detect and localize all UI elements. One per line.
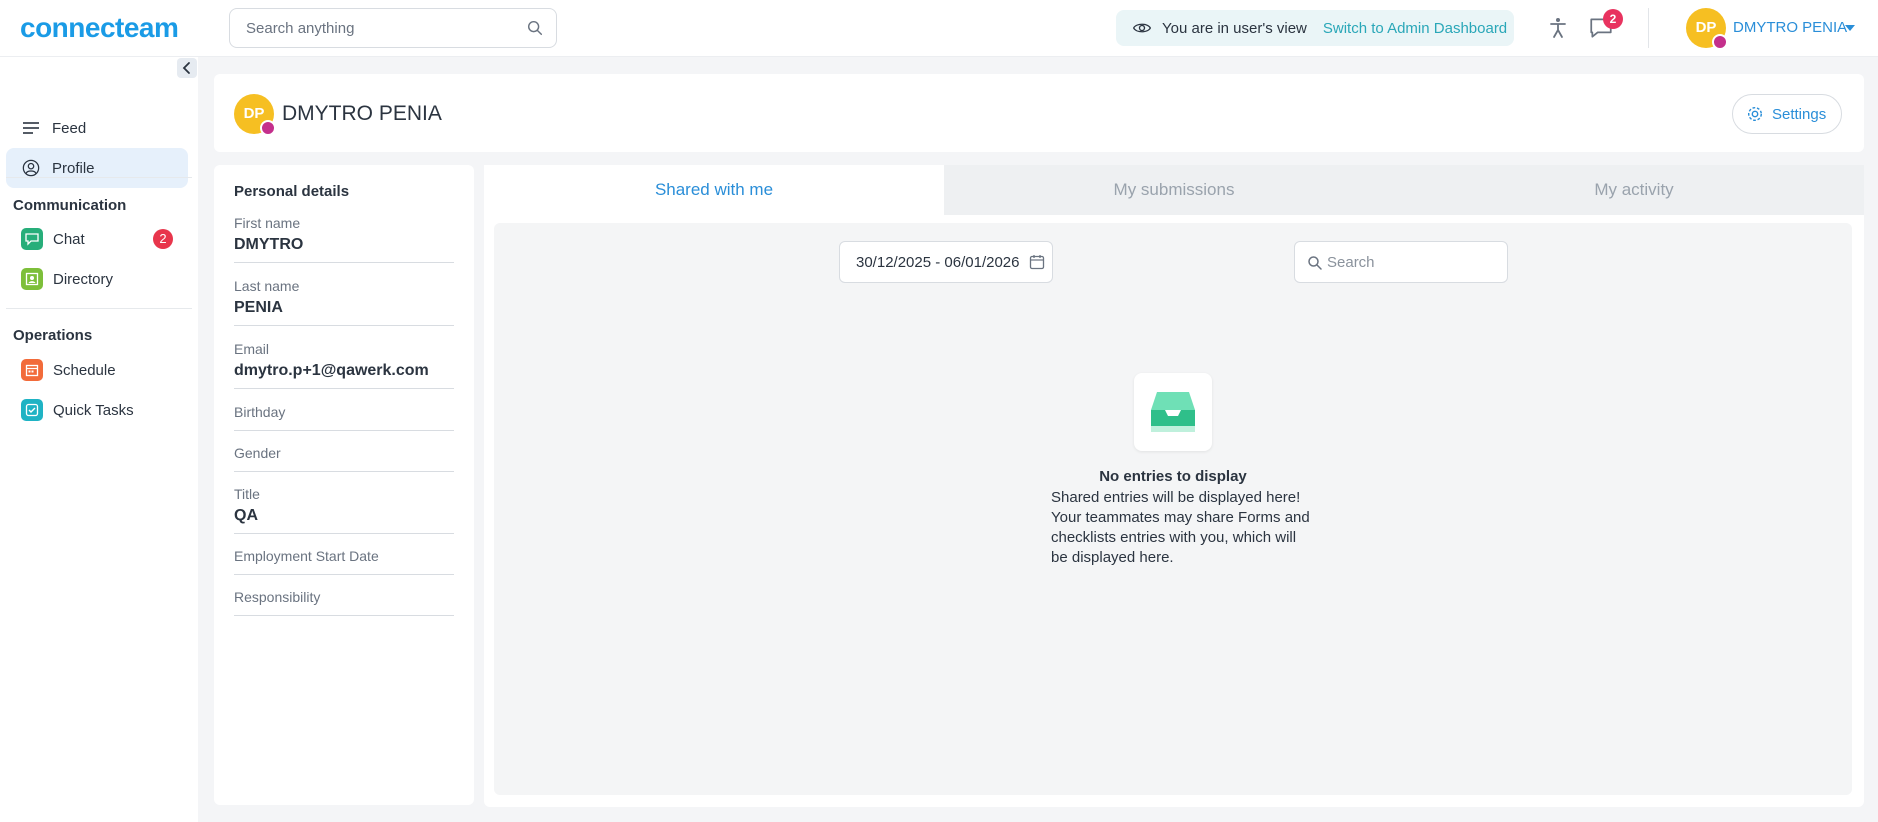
empty-state-message: Shared entries will be displayed here! Y… [1051,488,1321,568]
sidebar-item-quick-tasks[interactable]: Quick Tasks [6,390,188,430]
sidebar-item-label: Directory [53,270,114,288]
field-first-name: First name DMYTRO [234,215,454,263]
profile-header: DP DMYTRO PENIA Settings [214,74,1864,152]
schedule-app-icon [21,359,43,381]
sidebar-item-label: Profile [52,159,95,177]
field-value: PENIA [234,299,283,316]
sidebar-item-profile[interactable]: Profile [6,148,188,188]
feed-icon [20,117,42,139]
global-search[interactable] [229,8,557,48]
empty-state-line: Your teammates may share Forms and [1051,509,1310,526]
sidebar-item-label: Chat [53,230,85,248]
divider [1648,8,1649,48]
divider [6,177,192,178]
entries-panel: Shared with me My submissions My activit… [484,165,1864,807]
entries-search[interactable] [1294,241,1508,283]
sidebar-item-label: Quick Tasks [53,401,134,419]
search-icon [527,20,543,36]
field-employment-start-date: Employment Start Date [234,548,454,575]
entries-list-area: 30/12/2025 - 06/01/2026 No entries to di… [494,223,1852,795]
field-label: Employment Start Date [234,548,379,564]
calendar-icon [1030,255,1045,270]
crown-icon [260,120,276,136]
chat-count-badge: 2 [153,229,173,249]
field-birthday: Birthday [234,404,454,431]
chat-notification-badge: 2 [1603,9,1623,29]
field-label: First name [234,215,301,231]
field-responsibility: Responsibility [234,589,454,616]
sidebar-item-schedule[interactable]: Schedule [6,350,188,390]
field-label: Email [234,341,270,357]
chevron-left-icon [182,62,190,74]
section-title-communication: Communication [13,197,127,214]
directory-app-icon [21,268,43,290]
tab-my-activity[interactable]: My activity [1404,165,1864,215]
chevron-down-icon[interactable] [1845,25,1855,31]
tab-my-submissions[interactable]: My submissions [944,165,1404,215]
field-label: Gender [234,445,281,461]
user-view-text: You are in user's view [1162,19,1307,37]
empty-state-title: No entries to display [1099,468,1247,485]
crown-icon [1712,34,1728,50]
quick-tasks-app-icon [21,399,43,421]
accessibility-icon[interactable] [1546,16,1570,40]
field-last-name: Last name PENIA [234,278,454,326]
settings-label: Settings [1772,105,1827,123]
sidebar-item-directory[interactable]: Directory [6,259,188,299]
profile-icon [20,157,42,179]
global-search-input[interactable] [246,9,516,47]
connecteam-logo[interactable]: connecteam [20,12,179,44]
sidebar: Feed Profile Communication Chat 2 Direct… [0,57,198,822]
field-value: QA [234,507,258,524]
inbox-icon [1151,392,1195,432]
empty-state-line: checklists entries with you, which will [1051,529,1297,546]
switch-admin-link[interactable]: Switch to Admin Dashboard [1323,20,1507,37]
sidebar-collapse-button[interactable] [177,58,197,78]
eye-icon [1132,23,1152,33]
entries-search-input[interactable] [1327,242,1497,282]
settings-button[interactable]: Settings [1732,94,1842,134]
section-title-operations: Operations [13,327,93,344]
field-email: Email dmytro.p+1@qawerk.com [234,341,454,389]
personal-details-panel: Personal details First name DMYTRO Last … [214,165,474,805]
date-range-picker[interactable]: 30/12/2025 - 06/01/2026 [839,241,1053,283]
user-menu-name[interactable]: DMYTRO PENIA [1733,19,1847,36]
empty-state-line: Shared entries will be displayed here! [1051,489,1301,506]
field-value: dmytro.p+1@qawerk.com [234,362,429,379]
chat-app-icon [21,228,43,250]
top-bar: connecteam You are in user's view Switch… [0,0,1878,57]
empty-state-line: be displayed here. [1051,549,1174,566]
divider [6,308,192,309]
page-title: DMYTRO PENIA [282,102,442,125]
field-gender: Gender [234,445,454,472]
date-range-value: 30/12/2025 - 06/01/2026 [856,253,1020,271]
field-label: Title [234,486,260,502]
empty-state-illustration [1134,373,1212,451]
field-label: Birthday [234,404,286,420]
sidebar-item-feed[interactable]: Feed [6,108,188,148]
field-title: Title QA [234,486,454,534]
search-icon [1308,256,1322,270]
section-title: Personal details [234,183,350,200]
tab-shared-with-me[interactable]: Shared with me [484,165,944,215]
field-label: Last name [234,278,300,294]
tab-bar: Shared with me My submissions My activit… [484,165,1864,215]
gear-icon [1747,106,1763,122]
field-label: Responsibility [234,589,321,605]
field-value: DMYTRO [234,236,304,253]
user-view-banner: You are in user's view Switch to Admin D… [1116,10,1514,46]
sidebar-item-label: Schedule [53,361,116,379]
sidebar-item-label: Feed [52,119,87,137]
